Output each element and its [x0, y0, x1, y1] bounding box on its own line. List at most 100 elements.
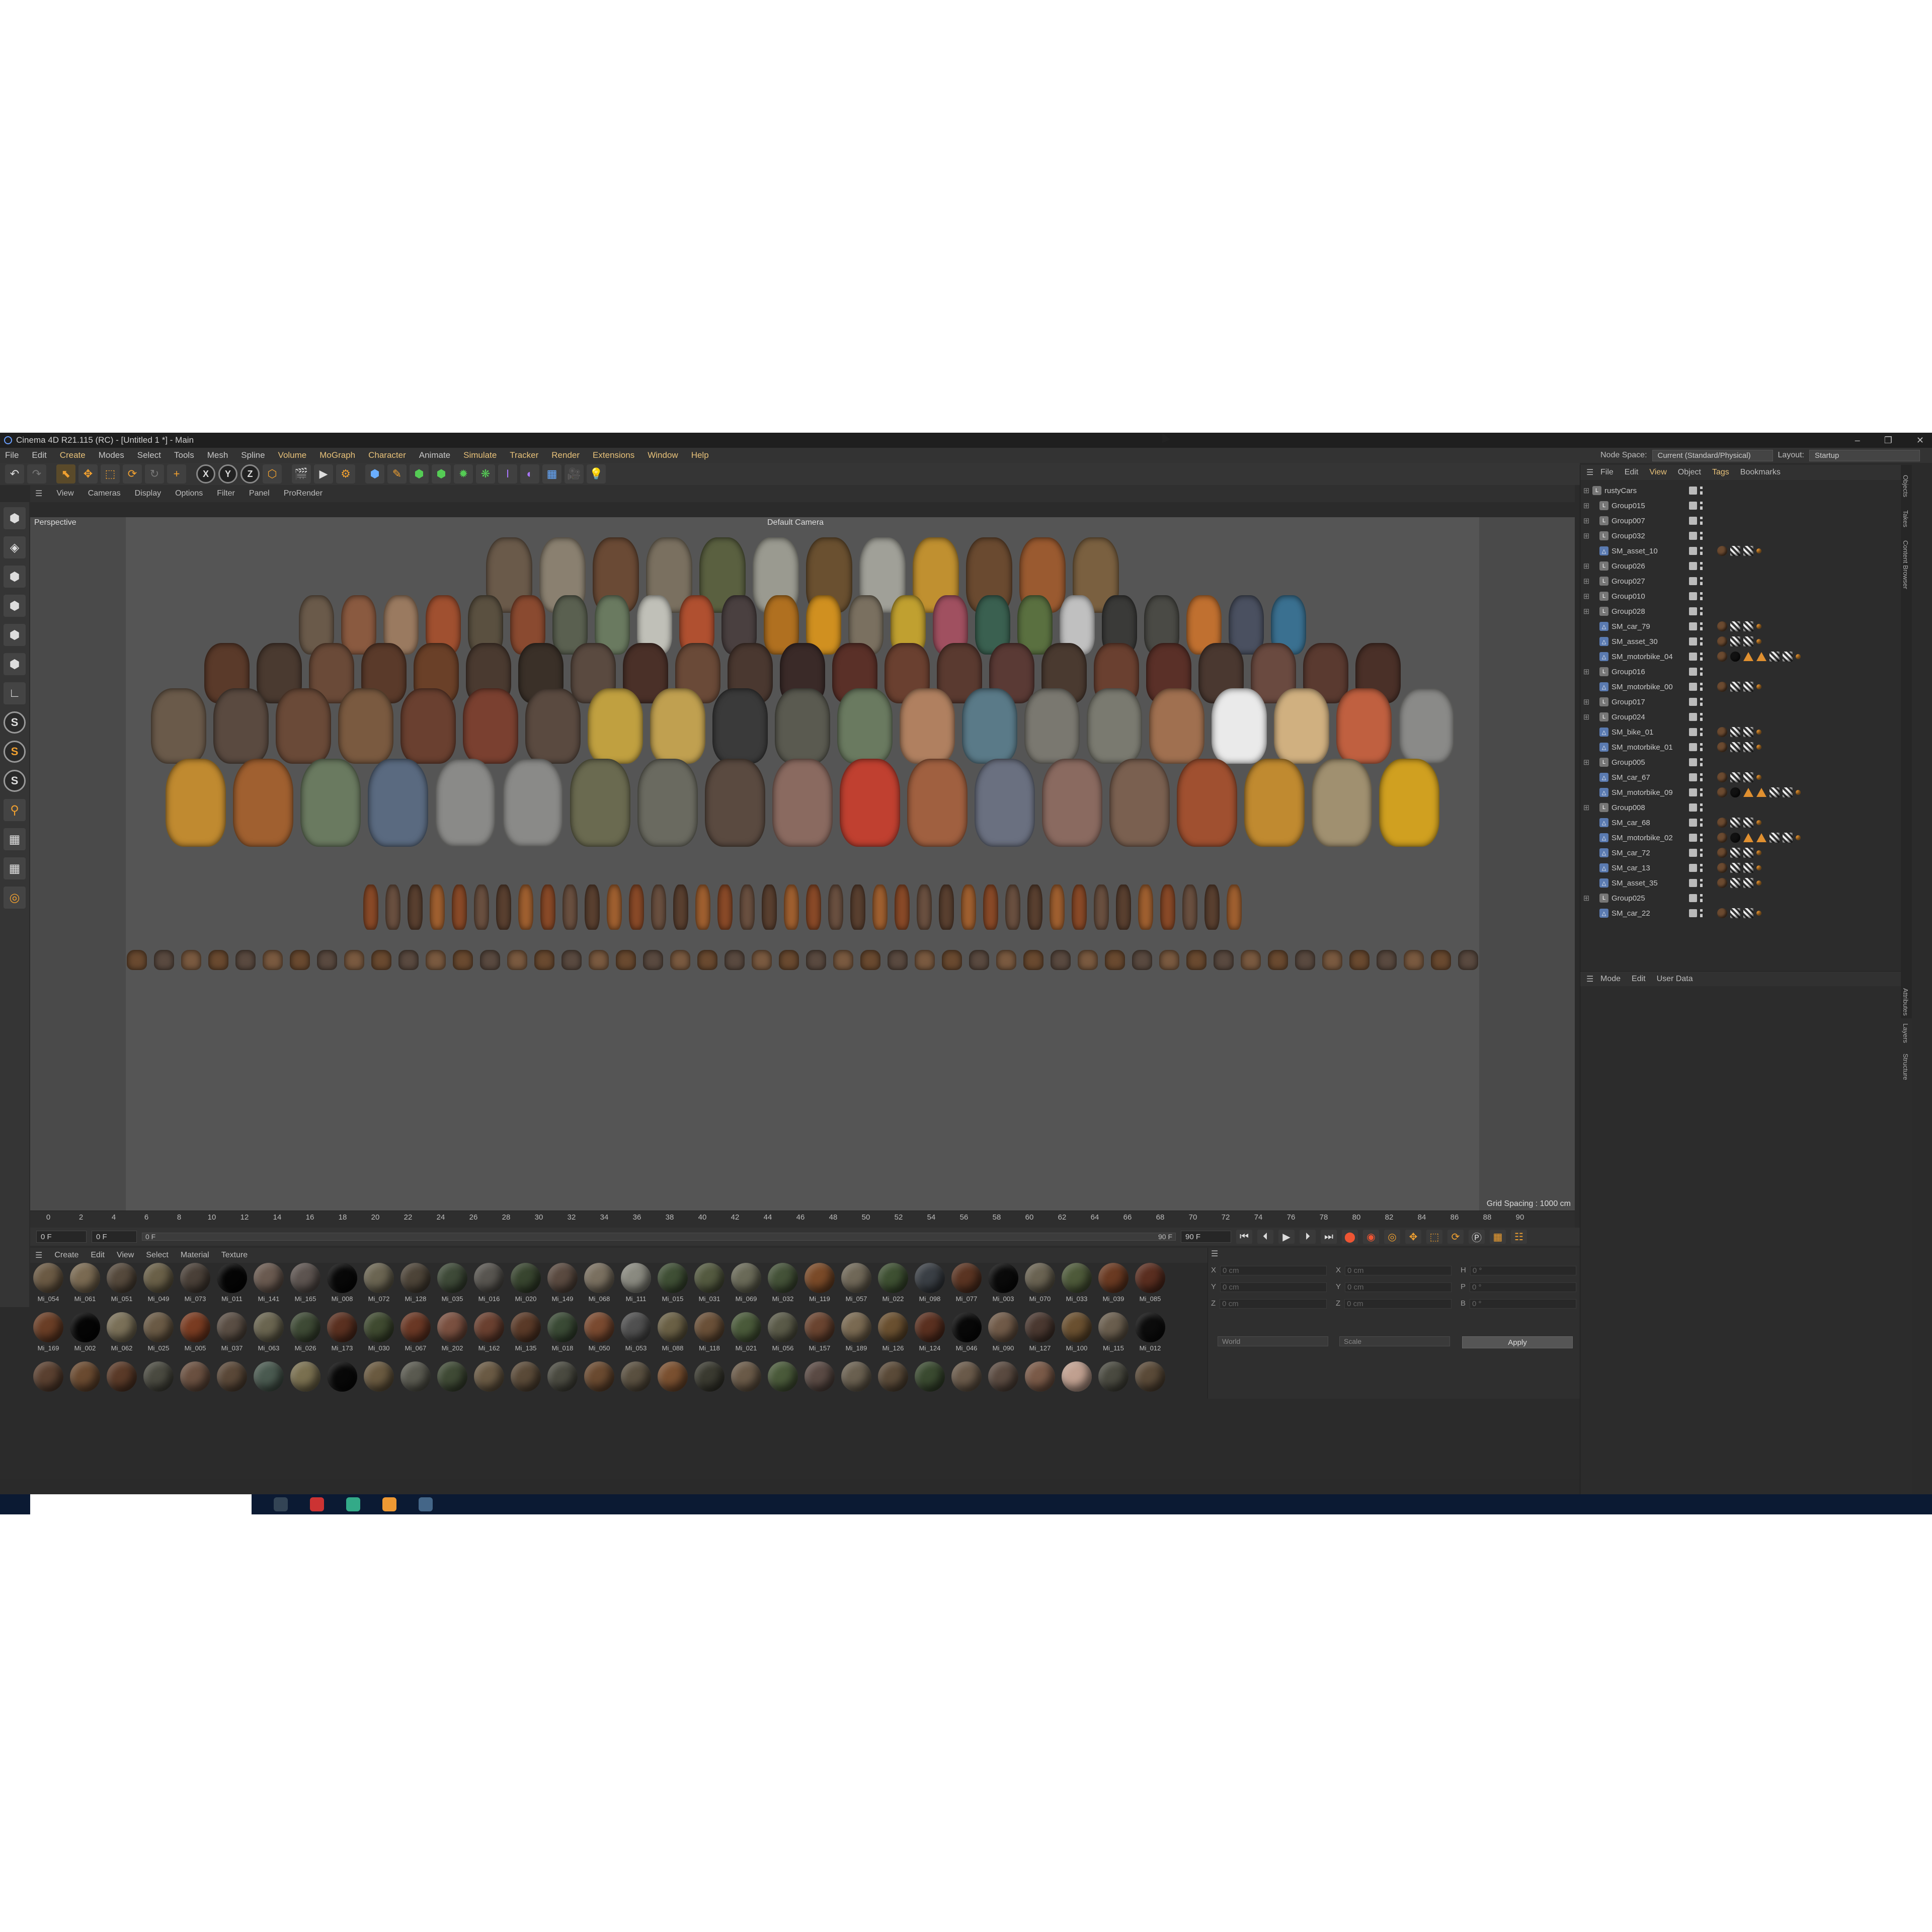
uvw-tag-icon[interactable]: [1743, 727, 1753, 737]
taskbar-app-icon[interactable]: [310, 1497, 324, 1511]
enable-checkbox[interactable]: [1689, 773, 1697, 781]
selection-tag-icon[interactable]: [1756, 850, 1761, 855]
material-swatch[interactable]: [875, 1361, 911, 1394]
coords-menu-icon[interactable]: ☰: [1211, 1249, 1218, 1259]
enable-checkbox[interactable]: [1689, 637, 1697, 646]
object-name[interactable]: Group010: [1612, 592, 1682, 601]
rotation-key-icon[interactable]: ⟳: [1447, 1230, 1464, 1244]
material-tag-icon[interactable]: [1717, 863, 1727, 873]
material-swatch[interactable]: Mi_189: [838, 1312, 874, 1360]
object-row[interactable]: △ SM_car_13: [1580, 860, 1902, 875]
polygons-mode-icon[interactable]: ⬢: [4, 653, 26, 675]
uvw-tag-icon[interactable]: [1730, 727, 1740, 737]
material-swatch[interactable]: Mi_077: [948, 1263, 985, 1311]
material-swatch[interactable]: Mi_021: [728, 1312, 764, 1360]
enable-checkbox[interactable]: [1689, 653, 1697, 661]
object-menu-view[interactable]: View: [1649, 468, 1666, 477]
coord-value[interactable]: 0 cm: [1345, 1266, 1452, 1275]
material-tag-icon[interactable]: [1717, 772, 1727, 782]
material-swatch[interactable]: Mi_049: [140, 1263, 177, 1311]
uvw-tag-icon[interactable]: [1743, 546, 1753, 556]
menu-window[interactable]: Window: [648, 450, 678, 460]
start-frame-field[interactable]: 0 F: [92, 1231, 137, 1243]
material-swatch[interactable]: [801, 1361, 838, 1394]
coord-field[interactable]: Y0 cm: [1211, 1282, 1327, 1292]
uvw-tag-icon[interactable]: [1743, 682, 1753, 692]
enable-checkbox[interactable]: [1689, 607, 1697, 615]
material-swatch[interactable]: Mi_141: [251, 1263, 287, 1311]
coord-value[interactable]: 0 cm: [1220, 1282, 1327, 1292]
material-swatch[interactable]: [434, 1361, 470, 1394]
visibility-dots-icon[interactable]: [1700, 502, 1703, 510]
object-row[interactable]: △ SM_asset_30: [1580, 634, 1902, 649]
material-swatch[interactable]: Mi_008: [324, 1263, 360, 1311]
object-name[interactable]: SM_asset_30: [1612, 637, 1682, 646]
material-swatch[interactable]: Mi_018: [544, 1312, 581, 1360]
menu-character[interactable]: Character: [368, 450, 406, 460]
side-tab-layers[interactable]: Layers: [1902, 1023, 1909, 1043]
side-tab-structure[interactable]: Structure: [1902, 1054, 1909, 1080]
material-swatch[interactable]: Mi_012: [1132, 1312, 1168, 1360]
visibility-dots-icon[interactable]: [1700, 909, 1703, 917]
material-tag-icon[interactable]: [1717, 727, 1727, 737]
enable-checkbox[interactable]: [1689, 517, 1697, 525]
object-menu-bookmarks[interactable]: Bookmarks: [1740, 468, 1781, 477]
material-tag-icon[interactable]: [1717, 848, 1727, 858]
material-swatch[interactable]: Mi_062: [104, 1312, 140, 1360]
enable-checkbox[interactable]: [1689, 698, 1697, 706]
cloner-icon[interactable]: ✹: [454, 464, 473, 484]
uvw-tag-icon[interactable]: [1730, 878, 1740, 888]
expand-icon[interactable]: ⊞: [1580, 894, 1592, 903]
visibility-dots-icon[interactable]: [1700, 547, 1703, 555]
selection-tag-icon[interactable]: [1756, 639, 1761, 644]
camera-icon[interactable]: 🎥: [565, 464, 584, 484]
material-swatch[interactable]: [177, 1361, 213, 1394]
side-tab-content-browser[interactable]: Content Browser: [1902, 540, 1909, 589]
material-tag-icon[interactable]: [1717, 818, 1727, 828]
scale-key-icon[interactable]: ⬚: [1426, 1230, 1442, 1244]
object-name[interactable]: Group007: [1612, 517, 1682, 525]
visibility-dots-icon[interactable]: [1700, 743, 1703, 751]
viewport-menu-prorender[interactable]: ProRender: [284, 489, 323, 498]
rotate-tool-icon[interactable]: ⟳: [123, 464, 142, 484]
menu-simulate[interactable]: Simulate: [463, 450, 497, 460]
material-tag-icon[interactable]: [1717, 833, 1727, 843]
taskbar-app-icon[interactable]: [382, 1497, 396, 1511]
material-swatch[interactable]: Mi_005: [177, 1312, 213, 1360]
material-swatch[interactable]: Mi_090: [985, 1312, 1021, 1360]
object-name[interactable]: SM_motorbike_00: [1612, 683, 1682, 691]
menu-modes[interactable]: Modes: [99, 450, 124, 460]
object-row[interactable]: ⊞ L Group005: [1580, 755, 1902, 770]
position-key-icon[interactable]: ✥: [1405, 1230, 1421, 1244]
object-name[interactable]: Group024: [1612, 713, 1682, 721]
uvw-tag-icon[interactable]: [1769, 833, 1780, 843]
material-swatch[interactable]: [508, 1361, 544, 1394]
light-icon[interactable]: 💡: [587, 464, 606, 484]
coord-field[interactable]: X 0 cm: [1336, 1266, 1452, 1275]
material-swatch[interactable]: [655, 1361, 691, 1394]
taskbar-app-icon[interactable]: [419, 1497, 433, 1511]
material-tag-icon[interactable]: [1717, 742, 1727, 752]
material-swatch[interactable]: Mi_015: [655, 1263, 691, 1311]
side-tab-objects[interactable]: Objects: [1902, 475, 1909, 497]
z-axis-lock-icon[interactable]: Z: [240, 464, 260, 484]
visibility-dots-icon[interactable]: [1700, 834, 1703, 842]
material-swatch[interactable]: [691, 1361, 728, 1394]
points-mode-icon[interactable]: ⬢: [4, 595, 26, 617]
enable-checkbox[interactable]: [1689, 562, 1697, 570]
uvw-tag-icon[interactable]: [1743, 863, 1753, 873]
object-name[interactable]: Group025: [1612, 894, 1682, 903]
menu-mesh[interactable]: Mesh: [207, 450, 228, 460]
visibility-dots-icon[interactable]: [1700, 728, 1703, 736]
menu-render[interactable]: Render: [551, 450, 580, 460]
object-row[interactable]: △ SM_motorbike_02: [1580, 830, 1902, 845]
object-row[interactable]: △ SM_asset_10: [1580, 543, 1902, 558]
material-swatch[interactable]: Mi_127: [1022, 1312, 1058, 1360]
side-tab-attributes[interactable]: Attributes: [1902, 988, 1909, 1016]
object-row[interactable]: ⊞ L Group026: [1580, 558, 1902, 574]
quantize-icon[interactable]: S: [4, 770, 26, 792]
visibility-dots-icon[interactable]: [1700, 577, 1703, 585]
material-swatch[interactable]: Mi_068: [581, 1263, 617, 1311]
expand-icon[interactable]: ⊞: [1580, 561, 1592, 571]
minimize-button[interactable]: –: [1855, 435, 1860, 446]
